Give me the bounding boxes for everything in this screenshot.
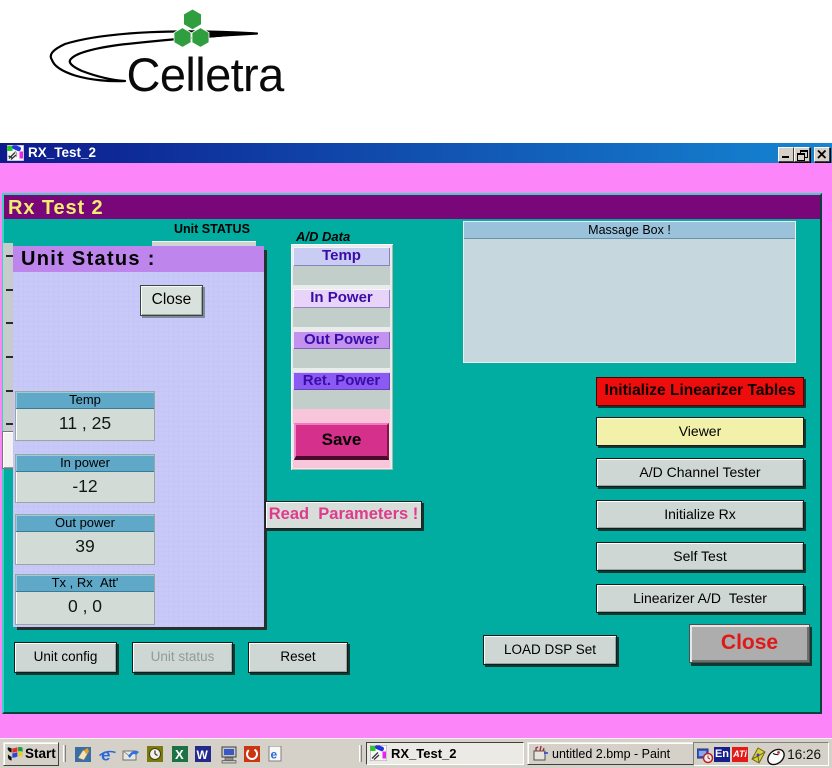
svg-text:X: X: [175, 747, 184, 762]
svg-text:W: W: [197, 748, 209, 762]
svg-text:Celletra: Celletra: [127, 48, 286, 101]
svg-text:e: e: [101, 746, 110, 763]
svg-text:e: e: [271, 748, 278, 762]
